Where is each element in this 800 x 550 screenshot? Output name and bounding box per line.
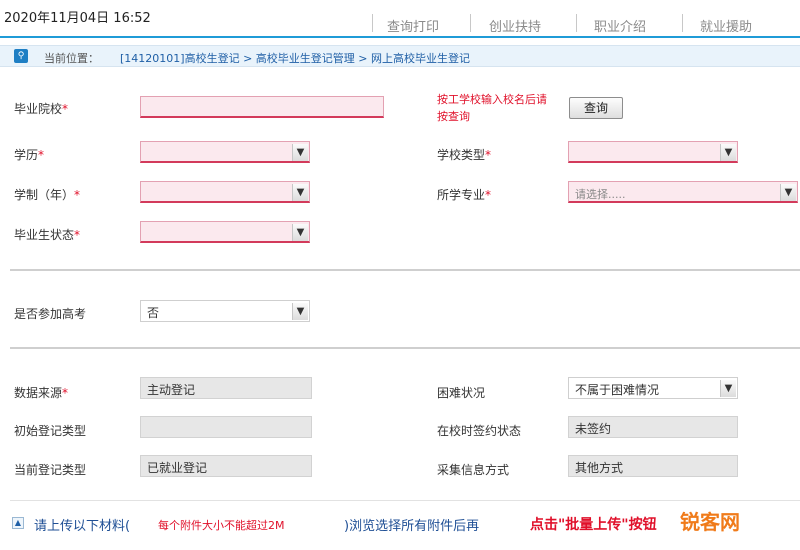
datetime: 2020年11月04日 16:52 [4, 11, 151, 26]
school-type-label: 学校类型* [437, 148, 492, 162]
nav-startup[interactable]: 创业扶持 [489, 16, 541, 35]
section-divider [10, 347, 800, 349]
section-divider [10, 500, 800, 501]
contract-field: 未签约 [568, 416, 738, 438]
current-type-label: 当前登记类型 [14, 463, 87, 477]
upload-instruction-2: )浏览选择所有附件后再 [344, 519, 480, 534]
education-label: 学历* [14, 148, 45, 162]
collapse-icon[interactable]: ▲ [12, 517, 24, 529]
collect-label: 采集信息方式 [437, 463, 510, 477]
duration-select[interactable]: ▼ [140, 181, 310, 203]
upload-size-limit: 每个附件大小不能超过2M [158, 519, 285, 532]
difficulty-select[interactable]: 不属于困难情况 ▼ [568, 377, 738, 399]
nav-separator [470, 14, 471, 32]
source-field: 主动登记 [140, 377, 312, 399]
initial-type-field [140, 416, 312, 438]
upload-instruction: 请上传以下材料( [34, 519, 131, 534]
chevron-down-icon[interactable]: ▼ [292, 224, 308, 241]
grad-status-label: 毕业生状态* [14, 228, 81, 242]
breadcrumb-label: 当前位置： [44, 52, 99, 65]
difficulty-label: 困难状况 [437, 386, 486, 400]
nav-separator [576, 14, 577, 32]
batch-upload-hint: 点击"批量上传"按钮 [530, 517, 657, 533]
duration-label: 学制（年）* [14, 188, 81, 202]
nav-assistance[interactable]: 就业援助 [700, 16, 752, 35]
current-type-field: 已就业登记 [140, 455, 312, 477]
contract-label: 在校时签约状态 [437, 424, 522, 438]
source-label: 数据来源* [14, 386, 69, 400]
initial-type-label: 初始登记类型 [14, 424, 87, 438]
query-button[interactable]: 查询 [569, 97, 623, 119]
chevron-down-icon[interactable]: ▼ [292, 184, 308, 201]
chevron-down-icon[interactable]: ▼ [292, 144, 308, 161]
collect-field: 其他方式 [568, 455, 738, 477]
exam-select[interactable]: 否 ▼ [140, 300, 310, 322]
school-label: 毕业院校* [14, 102, 69, 116]
chevron-down-icon[interactable]: ▼ [780, 184, 796, 201]
major-label: 所学专业* [437, 188, 492, 202]
nav-separator [372, 14, 373, 32]
exam-label: 是否参加高考 [14, 307, 87, 321]
school-type-select[interactable]: ▼ [568, 141, 738, 163]
grad-status-select[interactable]: ▼ [140, 221, 310, 243]
chevron-down-icon[interactable]: ▼ [292, 303, 308, 320]
search-icon: ⚲ [14, 49, 28, 63]
school-hint: 按工学校输入校名后请按查询 [437, 93, 547, 123]
major-select[interactable]: 请选择..... ▼ [568, 181, 798, 203]
education-select[interactable]: ▼ [140, 141, 310, 163]
chevron-down-icon[interactable]: ▼ [720, 380, 736, 397]
header-divider [0, 36, 800, 38]
school-input[interactable] [140, 96, 384, 118]
watermark-logo: 锐客网 [680, 510, 740, 534]
nav-career[interactable]: 职业介绍 [594, 16, 646, 35]
nav-print[interactable]: 查询打印 [387, 16, 439, 35]
section-divider [10, 269, 800, 271]
breadcrumb-path[interactable]: [14120101]高校生登记 > 高校毕业生登记管理 > 网上高校毕业生登记 [120, 50, 470, 66]
chevron-down-icon[interactable]: ▼ [720, 144, 736, 161]
nav-separator [682, 14, 683, 32]
